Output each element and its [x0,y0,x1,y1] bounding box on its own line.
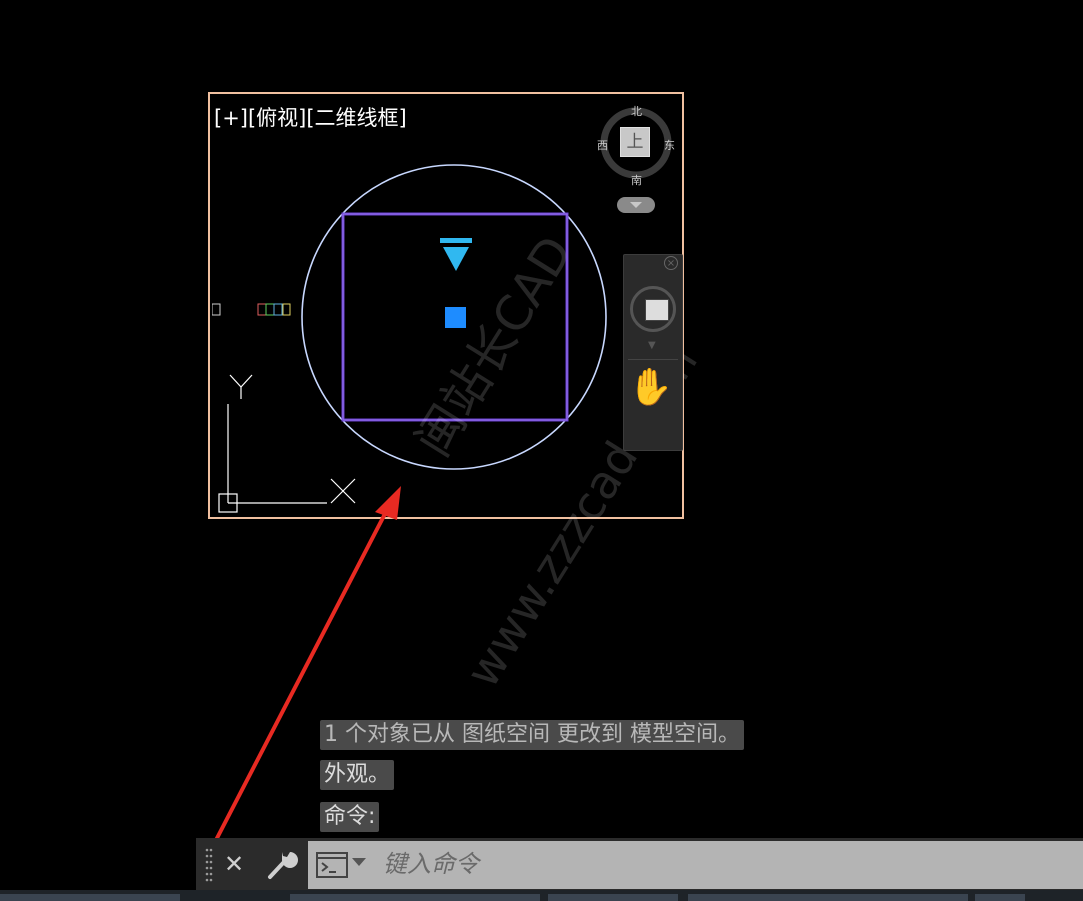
chevron-down-icon[interactable]: ▼ [648,340,656,351]
steering-wheel-inner-icon [645,299,669,321]
command-input-placeholder: 键入命令 [383,850,479,878]
block-references [212,303,291,316]
command-history-line: 1 个对象已从 图纸空间 更改到 模型空间。 [320,720,744,750]
viewcube-north[interactable]: 北 [631,103,642,119]
viewcube-south[interactable]: 南 [631,172,642,188]
wrench-icon[interactable] [264,848,298,882]
command-prompt-icon[interactable] [316,852,348,878]
status-segment[interactable] [975,894,1025,901]
grip-icon[interactable] [205,848,213,882]
ucs-icon [218,374,356,513]
pan-hand-icon[interactable]: ✋ [628,366,673,408]
status-segment[interactable] [0,894,180,901]
navigation-bar [623,254,683,451]
command-history-line: 命令: [320,802,380,832]
chevron-down-icon[interactable] [352,858,366,866]
command-history-line: 外观。 [320,760,395,790]
wcs-dropdown-icon[interactable] [617,197,655,213]
viewcube-east[interactable]: 东 [664,137,675,153]
status-segment[interactable] [548,894,678,901]
viewcube-top-face[interactable]: 上 [620,127,650,157]
viewcube-west[interactable]: 西 [597,137,608,153]
close-command-line-button[interactable]: ✕ [224,849,244,879]
close-icon[interactable]: × [664,256,678,270]
camera-glyph[interactable] [440,238,472,271]
status-segment[interactable] [290,894,540,901]
nav-divider [628,359,678,360]
drawing-canvas [213,107,672,843]
status-segment[interactable] [688,894,968,901]
